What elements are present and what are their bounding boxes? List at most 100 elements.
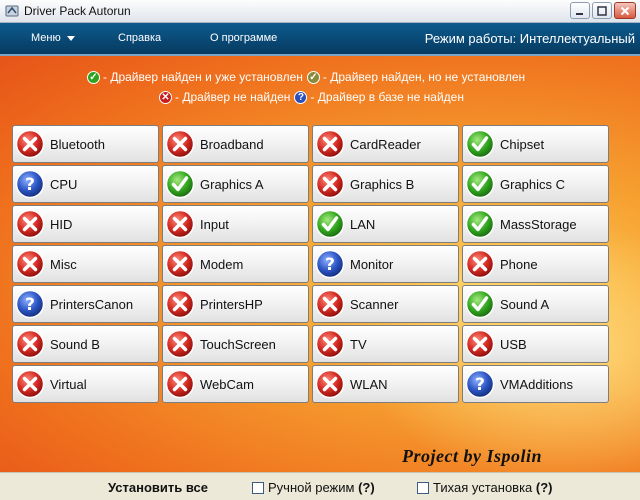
error-icon <box>15 209 45 239</box>
question-icon: ? <box>465 369 495 399</box>
error-icon <box>165 249 195 279</box>
error-icon <box>315 169 345 199</box>
driver-button-virtual[interactable]: Virtual <box>12 365 159 403</box>
error-icon <box>315 129 345 159</box>
minimize-icon <box>576 12 583 15</box>
driver-button-chipset[interactable]: Chipset <box>462 125 609 163</box>
manual-mode-help[interactable]: (?) <box>358 480 375 495</box>
minimize-button[interactable] <box>570 2 590 19</box>
error-icon <box>15 369 45 399</box>
driver-button-misc[interactable]: Misc <box>12 245 159 283</box>
driver-label: Chipset <box>500 137 545 152</box>
driver-button-sound-a[interactable]: Sound A <box>462 285 609 323</box>
driver-label: PrintersCanon <box>50 297 134 312</box>
driver-button-printershp[interactable]: PrintersHP <box>162 285 309 323</box>
silent-install-label: Тихая установка <box>433 480 533 495</box>
driver-button-wlan[interactable]: WLAN <box>312 365 459 403</box>
driver-label: Misc <box>50 257 77 272</box>
driver-label: Sound B <box>50 337 100 352</box>
error-icon <box>315 329 345 359</box>
legend-not-in-db: ? - Драйвер в базе не найден <box>294 90 464 104</box>
svg-text:?: ? <box>25 175 35 195</box>
driver-button-lan[interactable]: LAN <box>312 205 459 243</box>
driver-button-touchscreen[interactable]: TouchScreen <box>162 325 309 363</box>
driver-label: Phone <box>500 257 538 272</box>
driver-label: HID <box>50 217 73 232</box>
svg-text:?: ? <box>25 295 35 315</box>
maximize-button[interactable] <box>592 2 612 19</box>
driver-button-modem[interactable]: Modem <box>162 245 309 283</box>
legend-installed-text: - Драйвер найден и уже установлен <box>103 70 303 84</box>
error-icon <box>15 329 45 359</box>
driver-button-hid[interactable]: HID <box>12 205 159 243</box>
driver-button-sound-b[interactable]: Sound B <box>12 325 159 363</box>
driver-button-input[interactable]: Input <box>162 205 309 243</box>
driver-button-cpu[interactable]: ? CPU <box>12 165 159 203</box>
error-icon <box>465 249 495 279</box>
check-icon <box>465 169 495 199</box>
error-icon <box>165 209 195 239</box>
legend-found-text: - Драйвер найден, но не установлен <box>322 70 526 84</box>
manual-mode-checkbox[interactable] <box>252 481 264 494</box>
check-pending-icon: ✓ <box>306 70 320 84</box>
silent-install-option[interactable]: Тихая установка (?) <box>417 480 553 495</box>
driver-button-massstorage[interactable]: MassStorage <box>462 205 609 243</box>
question-icon: ? <box>315 249 345 279</box>
menu-main-label: Меню <box>31 32 61 44</box>
driver-button-usb[interactable]: USB <box>462 325 609 363</box>
app-window: Driver Pack Autorun Меню Справка О прогр… <box>0 0 640 500</box>
driver-label: Modem <box>200 257 244 272</box>
driver-label: Graphics B <box>350 177 415 192</box>
driver-button-vmadditions[interactable]: ? VMAdditions <box>462 365 609 403</box>
manual-mode-label: Ручной режим <box>268 480 355 495</box>
driver-label: USB <box>500 337 527 352</box>
error-icon <box>165 329 195 359</box>
legend-not-found-text: - Драйвер не найден <box>175 90 291 104</box>
credit-text: Project by Ispolin <box>402 446 542 466</box>
driver-button-printerscanon[interactable]: ? PrintersCanon <box>12 285 159 323</box>
question-icon: ? <box>294 90 308 104</box>
close-button[interactable] <box>614 2 636 19</box>
driver-label: PrintersHP <box>200 297 263 312</box>
driver-button-tv[interactable]: TV <box>312 325 459 363</box>
legend-not-in-db-text: - Драйвер в базе не найден <box>310 90 464 104</box>
manual-mode-option[interactable]: Ручной режим (?) <box>252 480 375 495</box>
driver-label: TV <box>350 337 367 352</box>
driver-button-monitor[interactable]: ? Monitor <box>312 245 459 283</box>
driver-button-graphics-a[interactable]: Graphics A <box>162 165 309 203</box>
menu-about[interactable]: О программе <box>210 32 277 44</box>
driver-label: CPU <box>50 177 78 192</box>
menu-help[interactable]: Справка <box>118 32 161 44</box>
menu-bar: Меню Справка О программе Режим работы: И… <box>0 23 640 56</box>
title-bar[interactable]: Driver Pack Autorun <box>0 0 640 23</box>
driver-label: WLAN <box>350 377 388 392</box>
driver-button-bluetooth[interactable]: Bluetooth <box>12 125 159 163</box>
driver-button-webcam[interactable]: WebCam <box>162 365 309 403</box>
legend-not-found: ✕ - Драйвер не найден <box>159 90 290 104</box>
silent-install-checkbox[interactable] <box>417 481 429 494</box>
error-icon <box>15 249 45 279</box>
driver-button-phone[interactable]: Phone <box>462 245 609 283</box>
driver-button-cardreader[interactable]: CardReader <box>312 125 459 163</box>
install-all-button[interactable]: Установить все <box>108 480 208 495</box>
error-icon <box>15 129 45 159</box>
silent-install-help[interactable]: (?) <box>536 480 553 495</box>
driver-grid: Bluetooth Broadband CardReader Chipset? CPU G… <box>12 125 609 403</box>
error-icon <box>465 329 495 359</box>
main-panel: ✓ - Драйвер найден и уже установлен ✓ - … <box>0 56 640 472</box>
error-icon <box>165 129 195 159</box>
menu-main[interactable]: Меню <box>31 32 75 44</box>
error-icon <box>315 289 345 319</box>
driver-label: LAN <box>350 217 376 232</box>
error-icon <box>165 369 195 399</box>
driver-button-scanner[interactable]: Scanner <box>312 285 459 323</box>
check-icon <box>165 169 195 199</box>
driver-label: Monitor <box>350 257 394 272</box>
driver-button-graphics-b[interactable]: Graphics B <box>312 165 459 203</box>
driver-button-broadband[interactable]: Broadband <box>162 125 309 163</box>
chevron-down-icon <box>66 35 75 41</box>
maximize-icon <box>597 5 607 16</box>
driver-button-graphics-c[interactable]: Graphics C <box>462 165 609 203</box>
check-icon: ✓ <box>87 70 100 84</box>
check-icon <box>315 209 345 239</box>
